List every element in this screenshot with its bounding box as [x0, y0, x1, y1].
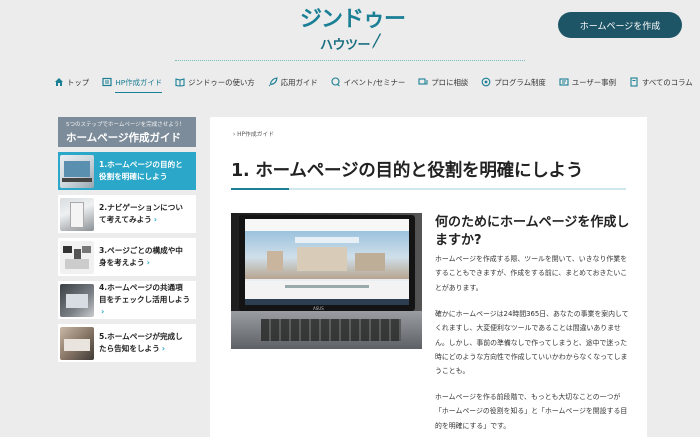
nav-item-hp-guide[interactable]: HP作成ガイド — [102, 74, 163, 93]
sidebar-step-1[interactable]: 1.ホームページの目的と 役割を明確にしよう — [58, 152, 196, 190]
guide-icon — [102, 77, 112, 87]
nav-label: すべてのコラム — [641, 77, 693, 87]
step-label-line2: 目をチェックし活用しよう — [99, 295, 191, 304]
step-thumbnail — [60, 283, 94, 317]
step-label-line2: たら告知をしよう — [99, 344, 160, 353]
step-label-line2: て考えてみよう — [99, 215, 152, 224]
breadcrumb[interactable]: › HP作成ガイド — [233, 129, 274, 138]
global-nav: トップ HP作成ガイド ジンドゥーの使い方 応用ガイド イベント/セミナー プロ… — [54, 74, 700, 93]
step-label-line1: 1.ホームページの目的と — [99, 160, 183, 169]
nav-item-user-cases[interactable]: ユーザー事例 — [559, 74, 616, 90]
nav-item-consult-pro[interactable]: プロに相談 — [418, 74, 468, 90]
nav-label: トップ — [67, 77, 90, 87]
nav-item-how-to-use[interactable]: ジンドゥーの使い方 — [175, 74, 255, 90]
page-title: 1. ホームページの目的と役割を明確にしよう — [231, 161, 584, 181]
breadcrumb-link[interactable]: HP作成ガイド — [237, 132, 274, 138]
chevron-right-icon: › — [101, 307, 105, 316]
nav-label: HP作成ガイド — [115, 77, 163, 87]
sidebar-step-3[interactable]: 3.ページごとの構成や中 身を考えよう › — [58, 238, 196, 276]
title-underline — [231, 188, 626, 190]
sidebar-subtitle: 5つのステップでホームページを完成させよう！ — [66, 122, 185, 128]
program-icon — [481, 77, 491, 87]
chat-icon — [331, 77, 340, 87]
nav-item-top[interactable]: トップ — [54, 74, 89, 90]
header-divider — [175, 60, 525, 61]
nav-item-events[interactable]: イベント/セミナー — [331, 74, 406, 90]
sidebar-title: ホームページ作成ガイド — [66, 132, 181, 144]
step-label-line2: 身を考えよう — [99, 258, 145, 267]
logo-text-main: ジンドゥー — [300, 7, 406, 32]
rocket-icon — [268, 77, 278, 87]
pen-logo-icon — [372, 33, 381, 49]
column-icon — [630, 77, 638, 87]
nav-item-all-columns[interactable]: すべてのコラム — [629, 74, 693, 90]
step-thumbnail — [60, 240, 94, 274]
nav-label: イベント/セミナー — [343, 77, 406, 87]
site-logo[interactable]: ジンドゥー ハウツー — [300, 7, 406, 58]
paragraph-3: ホームページを作る前段階で、もっとも大切なことの一つが「ホームページの役割を知る… — [435, 393, 628, 430]
nav-label: ジンドゥーの使い方 — [188, 77, 255, 87]
sidebar-step-4[interactable]: 4.ホームページの共通項 目をチェックし活用しよう › — [58, 281, 196, 319]
sidebar-step-5[interactable]: 5.ホームページが完成し たら告知をしよう › — [58, 324, 196, 362]
consult-icon — [418, 78, 428, 85]
nav-label: プロに相談 — [431, 77, 469, 87]
step-thumbnail — [60, 154, 94, 188]
chevron-right-icon: › — [146, 258, 150, 267]
book-icon — [175, 78, 185, 87]
nav-label: 応用ガイド — [280, 77, 318, 87]
step-label-line1: 3.ページごとの構成や中 — [99, 246, 183, 255]
laptop-photo: ASUS — [231, 213, 422, 349]
sidebar-step-2[interactable]: 2.ナビゲーションについ て考えてみよう › — [58, 195, 196, 233]
step-label-line2: 役割を明確にしよう — [99, 172, 168, 181]
chevron-right-icon: › — [161, 344, 166, 353]
step-label-line1: 4.ホームページの共通項 — [99, 283, 183, 292]
step-label-line1: 2.ナビゲーションについ — [99, 203, 183, 212]
paragraph-1: ホームページを作成する際、ツールを開いて、いきなり作業をすることもできますが、作… — [435, 255, 628, 292]
step-label-line1: 5.ホームページが完成し — [99, 332, 183, 341]
nav-label: プログラム制度 — [494, 77, 546, 87]
step-thumbnail — [60, 326, 94, 360]
article-panel: › HP作成ガイド 1. ホームページの目的と役割を明確にしよう ASUS 何の… — [210, 117, 647, 437]
logo-text-sub: ハウツー — [320, 38, 371, 53]
nav-item-program[interactable]: プログラム制度 — [481, 74, 546, 90]
nav-item-advanced-guide[interactable]: 応用ガイド — [268, 74, 318, 90]
home-icon — [55, 78, 63, 86]
paragraph-2: 確かにホームページは24時間365日、あなたの事業を案内してくれますし、大変便利… — [435, 310, 629, 376]
user-case-icon — [559, 78, 569, 86]
create-homepage-button[interactable]: ホームページを作成 — [558, 12, 682, 38]
nav-label: ユーザー事例 — [571, 77, 616, 87]
section-heading: 何のためにホームページを作成しますか? — [435, 215, 630, 248]
step-thumbnail — [60, 197, 94, 231]
chevron-right-icon: › — [153, 215, 158, 224]
sidebar-header: 5つのステップでホームページを完成させよう！ ホームページ作成ガイド — [58, 117, 196, 147]
guide-sidebar: 5つのステップでホームページを完成させよう！ ホームページ作成ガイド 1.ホーム… — [58, 117, 196, 362]
